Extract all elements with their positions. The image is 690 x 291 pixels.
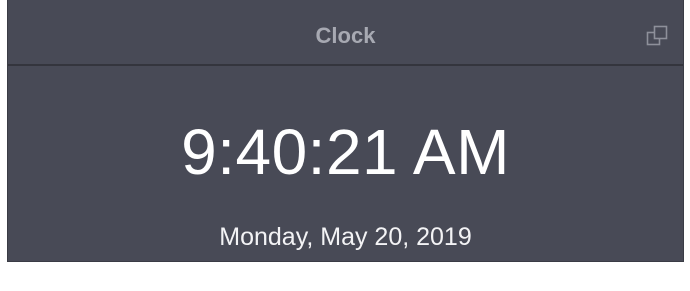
clock-time: 9:40:21 AM (181, 116, 510, 188)
popout-window-icon[interactable] (645, 24, 669, 48)
popout-window-icon-graphic (646, 25, 668, 46)
clock-date: Monday, May 20, 2019 (219, 223, 472, 251)
clock-widget: Clock 9:40:21 AM Monday, May 20, 2019 (7, 0, 684, 262)
widget-header: Clock (8, 0, 683, 66)
widget-title: Clock (315, 23, 376, 48)
